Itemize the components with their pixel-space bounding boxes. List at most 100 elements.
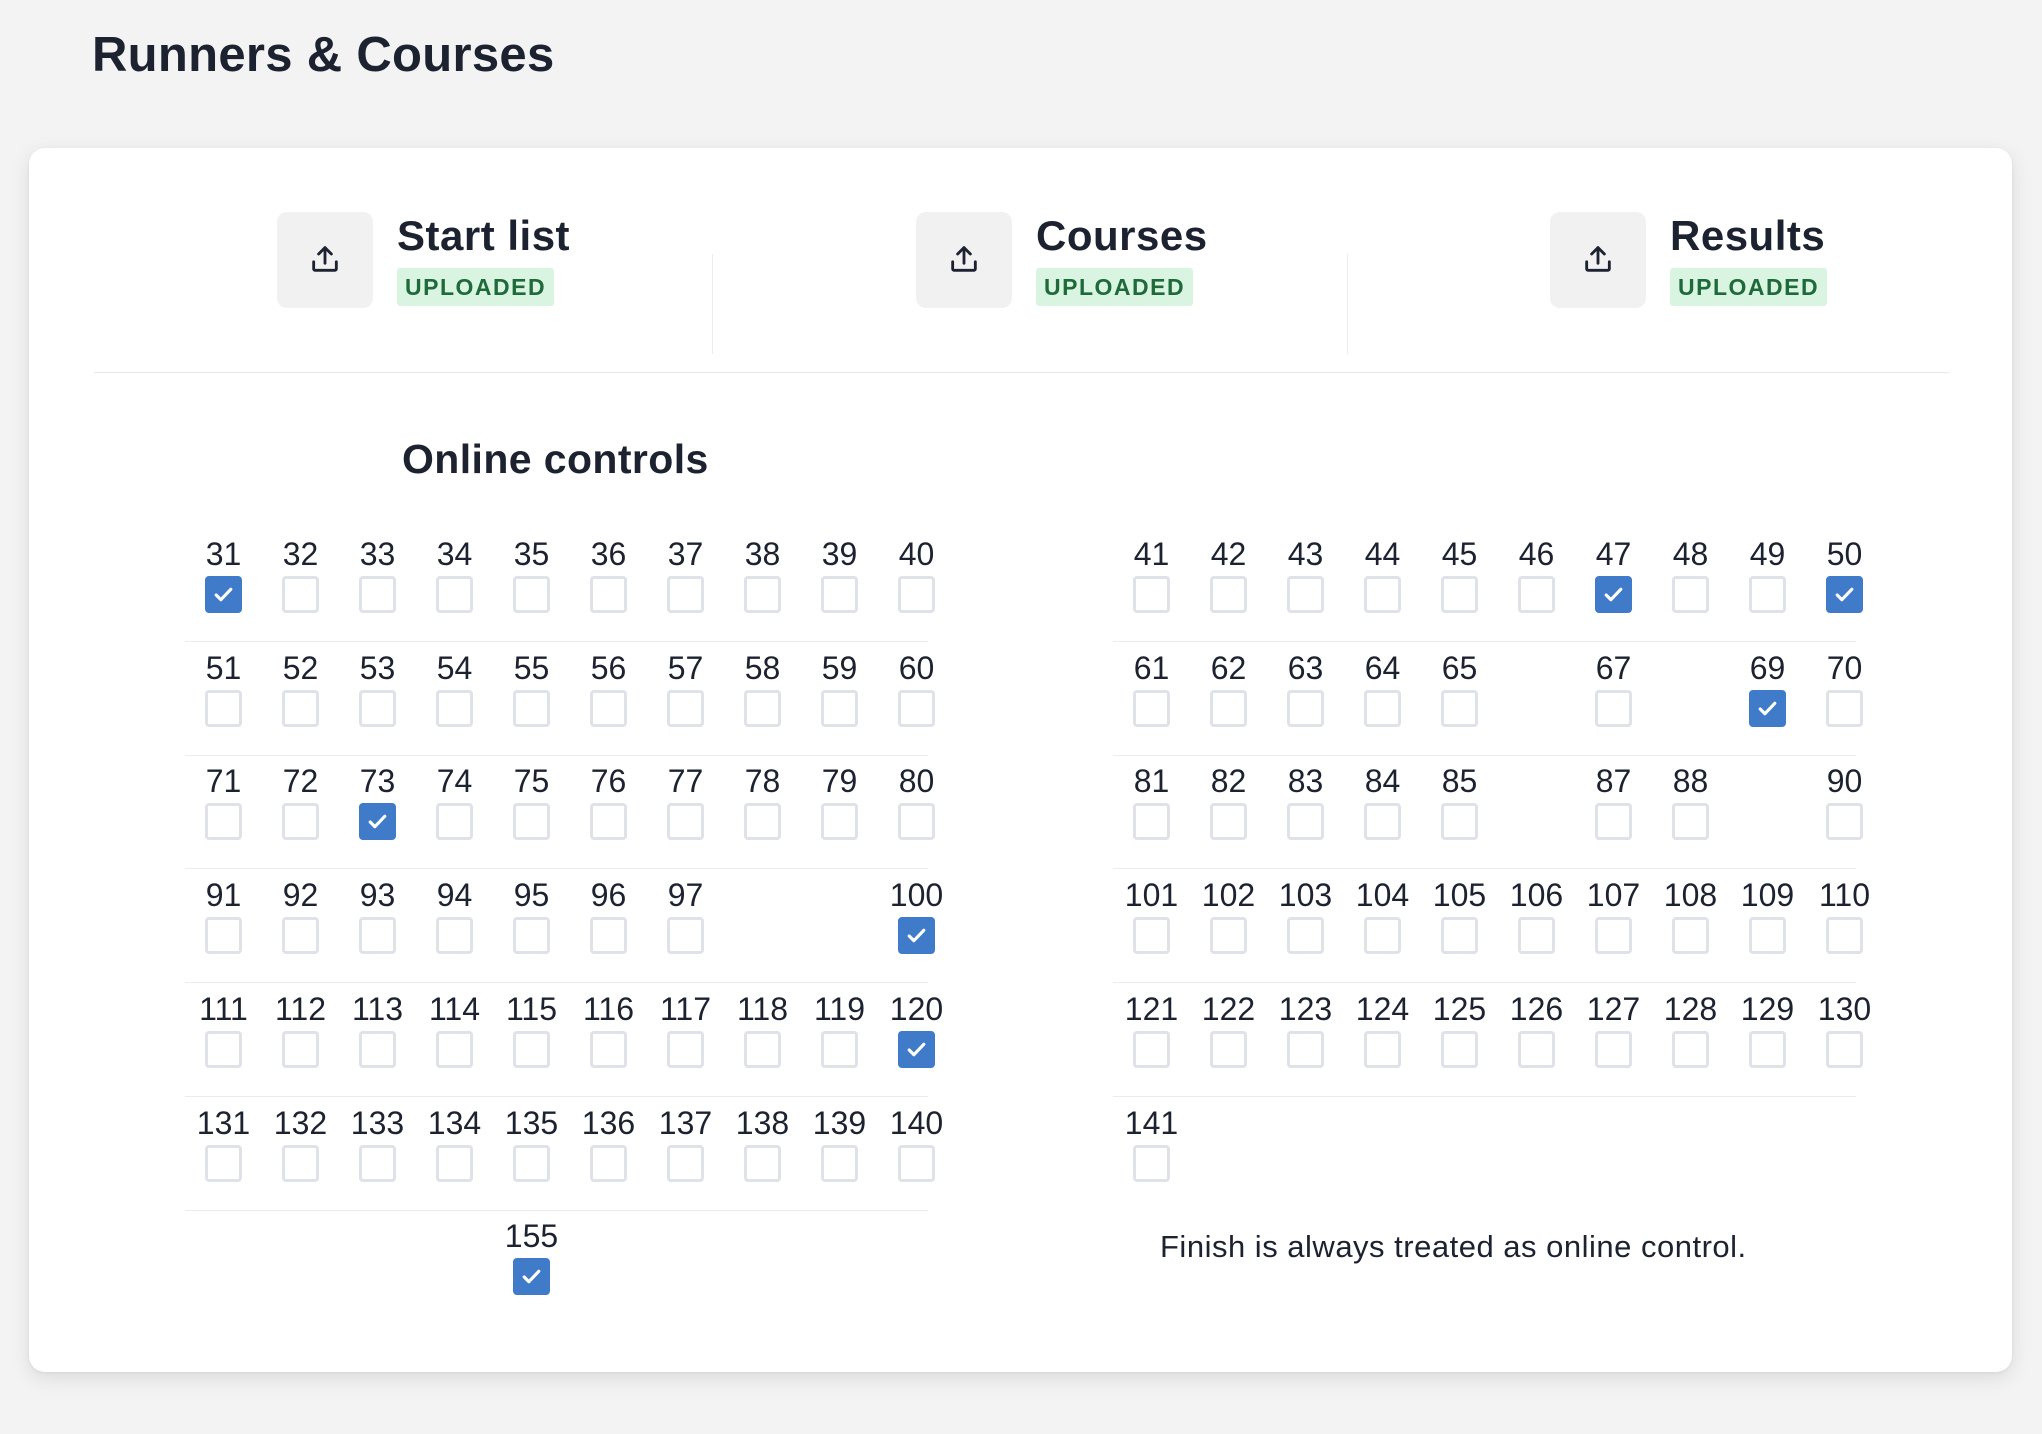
control-checkbox[interactable] xyxy=(513,1258,550,1295)
control-checkbox[interactable] xyxy=(667,1031,704,1068)
control-checkbox[interactable] xyxy=(667,690,704,727)
control-checkbox[interactable] xyxy=(436,690,473,727)
control-checkbox[interactable] xyxy=(205,917,242,954)
control-checkbox[interactable] xyxy=(1210,576,1247,613)
control-checkbox[interactable] xyxy=(898,1031,935,1068)
control-checkbox[interactable] xyxy=(282,1145,319,1182)
control-checkbox[interactable] xyxy=(1672,917,1709,954)
control-checkbox[interactable] xyxy=(1826,917,1863,954)
control-checkbox[interactable] xyxy=(1364,803,1401,840)
control-checkbox[interactable] xyxy=(1441,576,1478,613)
control-checkbox[interactable] xyxy=(744,1145,781,1182)
control-checkbox[interactable] xyxy=(744,690,781,727)
control-checkbox[interactable] xyxy=(205,803,242,840)
control-checkbox[interactable] xyxy=(359,576,396,613)
control-checkbox[interactable] xyxy=(1364,1031,1401,1068)
control-checkbox[interactable] xyxy=(1441,1031,1478,1068)
control-checkbox[interactable] xyxy=(898,690,935,727)
control-checkbox[interactable] xyxy=(667,576,704,613)
control-checkbox[interactable] xyxy=(1364,576,1401,613)
control-checkbox[interactable] xyxy=(1595,803,1632,840)
control-checkbox[interactable] xyxy=(359,1031,396,1068)
control-checkbox[interactable] xyxy=(1133,803,1170,840)
control-checkbox[interactable] xyxy=(1133,690,1170,727)
control-checkbox[interactable] xyxy=(359,1145,396,1182)
upload-courses-button[interactable] xyxy=(916,212,1012,308)
control-checkbox[interactable] xyxy=(513,1145,550,1182)
control-checkbox[interactable] xyxy=(1133,1031,1170,1068)
control-checkbox[interactable] xyxy=(282,1031,319,1068)
control-checkbox[interactable] xyxy=(513,576,550,613)
control-checkbox[interactable] xyxy=(1749,690,1786,727)
control-checkbox[interactable] xyxy=(590,690,627,727)
control-checkbox[interactable] xyxy=(1287,1031,1324,1068)
control-checkbox[interactable] xyxy=(744,803,781,840)
control-checkbox[interactable] xyxy=(667,917,704,954)
control-checkbox[interactable] xyxy=(1595,690,1632,727)
control-checkbox[interactable] xyxy=(1826,576,1863,613)
control-checkbox[interactable] xyxy=(590,1031,627,1068)
control-checkbox[interactable] xyxy=(436,1031,473,1068)
control-checkbox[interactable] xyxy=(1518,576,1555,613)
control-checkbox[interactable] xyxy=(282,917,319,954)
control-checkbox[interactable] xyxy=(1133,576,1170,613)
control-checkbox[interactable] xyxy=(1518,1031,1555,1068)
control-checkbox[interactable] xyxy=(1672,803,1709,840)
control-checkbox[interactable] xyxy=(205,576,242,613)
control-checkbox[interactable] xyxy=(1595,576,1632,613)
control-checkbox[interactable] xyxy=(1595,1031,1632,1068)
control-checkbox[interactable] xyxy=(1441,803,1478,840)
control-checkbox[interactable] xyxy=(1210,803,1247,840)
control-checkbox[interactable] xyxy=(1441,917,1478,954)
control-checkbox[interactable] xyxy=(205,690,242,727)
upload-results-button[interactable] xyxy=(1550,212,1646,308)
control-checkbox[interactable] xyxy=(590,803,627,840)
control-checkbox[interactable] xyxy=(898,1145,935,1182)
control-checkbox[interactable] xyxy=(1672,1031,1709,1068)
control-checkbox[interactable] xyxy=(667,1145,704,1182)
control-checkbox[interactable] xyxy=(821,1145,858,1182)
control-checkbox[interactable] xyxy=(744,1031,781,1068)
control-checkbox[interactable] xyxy=(282,576,319,613)
control-checkbox[interactable] xyxy=(513,803,550,840)
control-checkbox[interactable] xyxy=(1518,917,1555,954)
control-checkbox[interactable] xyxy=(1672,576,1709,613)
control-checkbox[interactable] xyxy=(1749,1031,1786,1068)
control-checkbox[interactable] xyxy=(821,803,858,840)
control-checkbox[interactable] xyxy=(513,1031,550,1068)
control-checkbox[interactable] xyxy=(744,576,781,613)
control-checkbox[interactable] xyxy=(513,690,550,727)
control-checkbox[interactable] xyxy=(821,690,858,727)
control-checkbox[interactable] xyxy=(436,576,473,613)
control-checkbox[interactable] xyxy=(1749,576,1786,613)
control-checkbox[interactable] xyxy=(898,803,935,840)
control-checkbox[interactable] xyxy=(1826,803,1863,840)
control-checkbox[interactable] xyxy=(1133,1145,1170,1182)
control-checkbox[interactable] xyxy=(359,803,396,840)
control-checkbox[interactable] xyxy=(590,1145,627,1182)
control-checkbox[interactable] xyxy=(898,917,935,954)
upload-start-list-button[interactable] xyxy=(277,212,373,308)
control-checkbox[interactable] xyxy=(205,1145,242,1182)
control-checkbox[interactable] xyxy=(590,917,627,954)
control-checkbox[interactable] xyxy=(1364,690,1401,727)
control-checkbox[interactable] xyxy=(1826,1031,1863,1068)
control-checkbox[interactable] xyxy=(1364,917,1401,954)
control-checkbox[interactable] xyxy=(1595,917,1632,954)
control-checkbox[interactable] xyxy=(821,1031,858,1068)
control-checkbox[interactable] xyxy=(436,1145,473,1182)
control-checkbox[interactable] xyxy=(359,917,396,954)
control-checkbox[interactable] xyxy=(282,803,319,840)
control-checkbox[interactable] xyxy=(1210,1031,1247,1068)
control-checkbox[interactable] xyxy=(205,1031,242,1068)
control-checkbox[interactable] xyxy=(1287,576,1324,613)
control-checkbox[interactable] xyxy=(667,803,704,840)
control-checkbox[interactable] xyxy=(590,576,627,613)
control-checkbox[interactable] xyxy=(282,690,319,727)
control-checkbox[interactable] xyxy=(898,576,935,613)
control-checkbox[interactable] xyxy=(1287,803,1324,840)
control-checkbox[interactable] xyxy=(1133,917,1170,954)
control-checkbox[interactable] xyxy=(1749,917,1786,954)
control-checkbox[interactable] xyxy=(513,917,550,954)
control-checkbox[interactable] xyxy=(821,576,858,613)
